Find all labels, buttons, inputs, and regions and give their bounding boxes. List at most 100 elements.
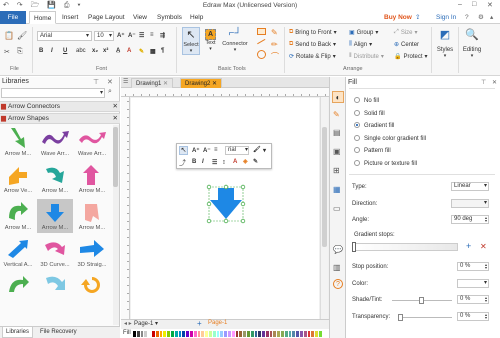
resize-handle[interactable] [240,184,246,190]
close-tab-icon[interactable]: ✕ [212,81,217,87]
gradient-stops-bar[interactable] [354,243,458,251]
menu-insert[interactable]: Insert [62,11,78,24]
resize-handle[interactable] [223,218,229,224]
fill-option-pattern[interactable]: Pattern fill [354,147,391,154]
library-shape[interactable]: Arrow M... [0,199,36,233]
select-tool-button[interactable]: ↖ Select ▾ [182,27,200,55]
resize-handle[interactable] [240,218,246,224]
bullets-icon[interactable]: ☰ [212,159,217,166]
page-nav-icon[interactable]: ◂ ▸ [124,320,132,327]
shadow-panel-icon[interactable]: ▤ [333,128,341,137]
more-icon[interactable]: ▾ [263,147,266,154]
fill-option-solid[interactable]: Solid fill [354,110,385,117]
vertical-scrollbar[interactable] [320,97,328,319]
help-icon[interactable]: ? [465,11,469,24]
menu-symbols[interactable]: Symbols [157,11,182,24]
pen-icon[interactable]: ✎ [271,28,278,37]
tab-libraries[interactable]: Libraries [2,327,34,338]
text-effects-icon[interactable]: ▦ [150,48,156,55]
connector-icon[interactable]: ⤴ [179,158,186,168]
tab-drawing1[interactable]: Drawing1 ✕ [131,78,174,88]
page-panel-icon[interactable]: ▭ [333,204,341,213]
library-shape[interactable]: Wave Arr... [37,125,73,159]
pin-icon[interactable]: ⊤ [481,79,486,86]
tab-page-1[interactable]: Page-1 [208,320,227,326]
color-picker[interactable]: ▾ [457,279,489,288]
font-name-combo[interactable]: Arial ▾ [37,31,92,41]
library-shape[interactable] [74,273,110,295]
library-shape[interactable] [37,273,73,295]
group-button[interactable]: ▣ Group ▾ [349,29,378,37]
collapse-ribbon-icon[interactable]: ▴ [490,11,493,24]
image-panel-icon[interactable]: ▣ [333,147,341,156]
close-panel-icon[interactable]: ✕ [492,79,497,86]
center-button[interactable]: ⊕ Center [394,41,419,49]
close-panel-icon[interactable]: ✕ [107,78,113,86]
settings-icon[interactable]: ⚙ [478,11,484,24]
case-icon[interactable]: A̲ [116,48,120,54]
library-shape[interactable]: 3D Curve... [37,236,73,270]
line-spacing-icon[interactable]: ≡ [150,32,154,38]
library-shape-selected[interactable]: Arrow M... [37,199,73,233]
close-category-icon[interactable]: ✕ [113,102,118,112]
page-selector[interactable]: Page-1 ▾ [134,320,158,327]
transparency-slider-thumb[interactable] [398,314,403,321]
menu-help[interactable]: Help [190,11,203,24]
buy-now-button[interactable]: Buy Now [384,11,412,24]
cut-icon[interactable]: ✂ [4,48,10,56]
rotate-flip-button[interactable]: ⟳ Rotate & Flip ▾ [289,53,336,61]
library-shape[interactable]: Arrow M... [0,125,36,159]
color-swatch[interactable] [319,331,323,337]
library-shape[interactable]: Arrow M... [74,162,110,196]
paragraph-icon[interactable]: ¶ [161,48,164,54]
underline-icon[interactable]: U [63,48,67,54]
line-panel-icon[interactable]: ✎ [333,110,340,119]
add-page-icon[interactable]: + [197,319,202,328]
format-painter-icon[interactable]: 🖌 [253,146,261,153]
maximize-icon[interactable]: □ [472,1,476,8]
italic-icon[interactable]: I [202,159,204,165]
strikethrough-icon[interactable]: abc [76,48,86,54]
highlight-icon[interactable]: ✎ [139,48,144,55]
library-category-arrow-connectors[interactable]: ▆ Arrow Connectors ✕ [0,101,120,112]
sign-in-button[interactable]: Sign In [436,11,456,24]
rectangle-icon[interactable] [257,28,266,35]
send-to-back-button[interactable]: ⧉ Send to Back ▾ [289,41,336,48]
bring-to-front-button[interactable]: ⧉ Bring to Front ▾ [289,29,337,36]
align-button[interactable]: ⫼ Align ▾ [349,41,372,48]
library-shape[interactable]: Arrow Ve... [0,162,36,196]
library-category-arrow-shapes[interactable]: ▆ Arrow Shapes ✕ [0,113,120,124]
gradient-type-select[interactable]: Linear ▾ [451,182,489,191]
resize-handle[interactable] [223,184,229,190]
decrease-font-icon[interactable]: A⁻ [203,147,211,154]
library-shape[interactable]: Arrow M... [74,199,110,233]
library-shape[interactable] [0,273,36,295]
close-tab-icon[interactable]: ✕ [163,81,168,87]
library-scrollbar[interactable] [113,125,119,325]
shade-input[interactable]: 0 % ▴ ▾ [457,295,489,304]
fill-option-picture[interactable]: Picture or texture fill [354,160,417,167]
add-stop-icon[interactable]: + [466,242,471,251]
line-color-icon[interactable]: ✎ [253,158,258,165]
text-align-icon[interactable]: ⇶ [160,32,165,39]
transparency-slider[interactable] [402,317,452,318]
close-category-icon[interactable]: ✕ [113,114,118,124]
size-button[interactable]: ⤢ Size ▾ [394,29,418,36]
data-panel-icon[interactable]: ▥ [333,263,341,272]
tabs-menu-icon[interactable]: ☰ [123,78,128,85]
resize-handle[interactable] [206,184,212,190]
pin-icon[interactable]: ⊤ [93,78,99,86]
help-icon[interactable]: ? [333,279,343,289]
layers-panel-icon[interactable]: ▦ [333,185,341,194]
close-icon[interactable]: ✕ [487,1,493,9]
distribute-button[interactable]: ⫴ Distribute ▾ [349,53,384,60]
menu-page-layout[interactable]: Page Layout [88,11,125,24]
resize-handle[interactable] [240,201,246,207]
protect-button[interactable]: 🔒 Protect ▾ [394,53,428,61]
editing-button[interactable]: 🔍 Editing ▾ [461,28,483,68]
subscript-icon[interactable]: x₂ [92,48,98,54]
fill-option-single-color-gradient[interactable]: Single color gradient fill [354,135,426,142]
bold-icon[interactable]: B [192,159,196,165]
comment-panel-icon[interactable]: 💬 [333,245,343,254]
align-icon[interactable]: ≡ [214,147,218,153]
